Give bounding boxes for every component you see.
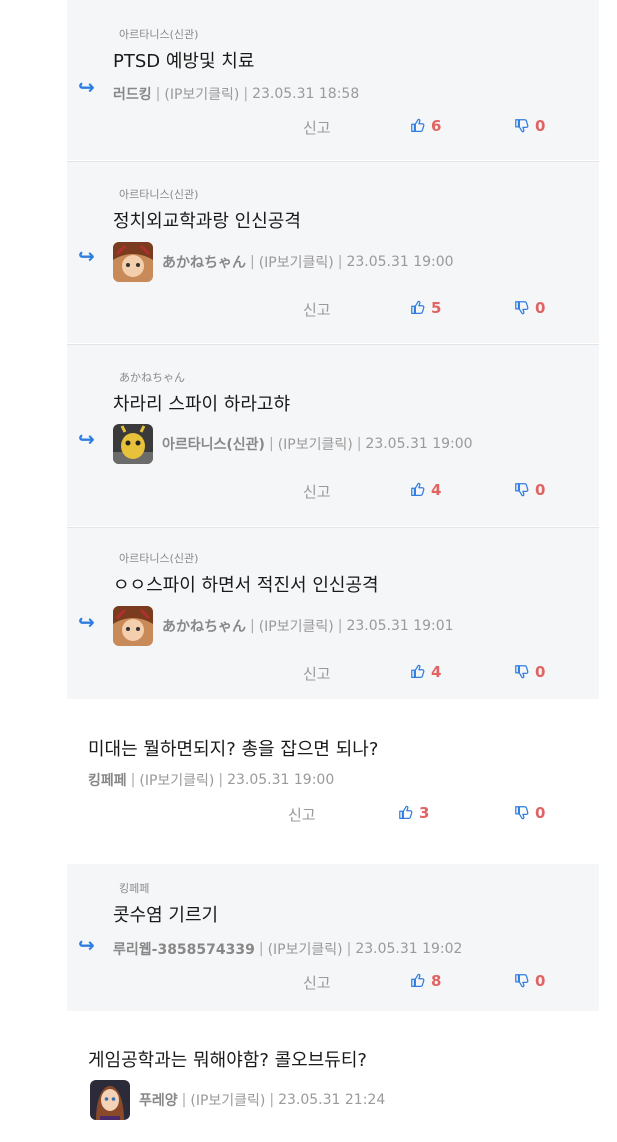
user-avatar[interactable] [113, 606, 153, 646]
like-count: 8 [431, 972, 442, 990]
report-button[interactable]: 신고 [303, 663, 331, 684]
thumb-up-icon [411, 664, 425, 678]
like-count: 6 [431, 117, 442, 135]
user-avatar[interactable] [113, 242, 153, 282]
thumb-down-icon [515, 974, 529, 988]
dislike-count: 0 [535, 972, 546, 990]
reply-target-user[interactable]: 아르타니스(신관) [119, 550, 198, 566]
thumb-down-icon [515, 119, 529, 133]
like-count: 5 [431, 299, 442, 317]
ip-view-link[interactable]: (IP보기클릭) [259, 252, 334, 272]
thumb-up-icon [399, 805, 413, 819]
timestamp: 23.05.31 19:00 [365, 436, 473, 452]
like-count: 4 [431, 663, 442, 681]
dislike-button[interactable]: 0 [514, 481, 545, 499]
report-button[interactable]: 신고 [303, 972, 331, 993]
timestamp: 23.05.31 19:02 [355, 941, 463, 957]
thumb-down-icon [515, 483, 529, 497]
dislike-button[interactable]: 0 [514, 972, 545, 990]
ip-view-link[interactable]: (IP보기클릭) [268, 939, 343, 959]
reply-meta: 러드킹 | (IP보기클릭) | 23.05.31 18:58 [113, 84, 360, 104]
author-name[interactable]: 러드킹 [113, 84, 152, 104]
ip-view-link[interactable]: (IP보기클릭) [278, 434, 353, 454]
like-button[interactable]: 8 [410, 972, 441, 990]
reply-target-user[interactable]: 아르타니스(신관) [119, 26, 198, 42]
ip-view-link[interactable]: (IP보기클릭) [190, 1090, 265, 1110]
reply-text: 정치외교학과랑 인신공격 [113, 211, 301, 232]
dislike-button[interactable]: 0 [514, 804, 545, 822]
like-button[interactable]: 3 [398, 804, 429, 822]
ip-view-link[interactable]: (IP보기클릭) [139, 770, 214, 790]
like-button[interactable]: 5 [410, 299, 441, 317]
report-button[interactable]: 신고 [303, 117, 331, 138]
author-name[interactable]: あかねちゃん [162, 252, 246, 272]
reply-arrow-icon: ↪ [78, 933, 95, 957]
comment-text: 미대는 뭘하면되지? 총을 잡으면 되나? [88, 739, 379, 760]
thumb-down-icon [515, 806, 529, 820]
author-name[interactable]: あかねちゃん [162, 616, 246, 636]
dislike-button[interactable]: 0 [514, 299, 545, 317]
thumb-up-icon [411, 300, 425, 314]
report-button[interactable]: 신고 [303, 481, 331, 502]
thumb-up-icon [411, 482, 425, 496]
reply-arrow-icon: ↪ [78, 244, 95, 268]
reply-text: PTSD 예방및 치료 [113, 51, 255, 72]
thumb-down-icon [515, 665, 529, 679]
dislike-count: 0 [535, 299, 546, 317]
reply-arrow-icon: ↪ [78, 427, 95, 451]
reply-meta: あかねちゃん | (IP보기클릭) | 23.05.31 19:01 [113, 606, 454, 646]
report-button[interactable]: 신고 [303, 299, 331, 320]
reply-target-user[interactable]: 아르타니스(신관) [119, 186, 198, 202]
reply-target-user[interactable]: あかねちゃん [119, 369, 185, 385]
dislike-count: 0 [535, 117, 546, 135]
dislike-count: 0 [535, 804, 546, 822]
comment-text: 게임공학과는 뭐해야함? 콜오브듀티? [88, 1050, 367, 1071]
like-button[interactable]: 6 [410, 117, 441, 135]
dislike-button[interactable]: 0 [514, 117, 545, 135]
reply-text: 차라리 스파이 하라고햐 [113, 394, 291, 415]
timestamp: 23.05.31 19:01 [346, 618, 454, 634]
dislike-count: 0 [535, 663, 546, 681]
reply-arrow-icon: ↪ [78, 75, 95, 99]
reply-meta: 아르타니스(신관) | (IP보기클릭) | 23.05.31 19:00 [113, 424, 473, 464]
reply-meta: 루리웹-3858574339 | (IP보기클릭) | 23.05.31 19:… [113, 939, 463, 959]
reply-meta: あかねちゃん | (IP보기클릭) | 23.05.31 19:00 [113, 242, 454, 282]
author-name[interactable]: 루리웹-3858574339 [113, 939, 255, 959]
like-count: 4 [431, 481, 442, 499]
author-name[interactable]: 아르타니스(신관) [162, 434, 265, 454]
timestamp: 23.05.31 19:00 [227, 772, 335, 788]
thumb-down-icon [515, 301, 529, 315]
reply-target-user[interactable]: 킹페페 [119, 880, 149, 896]
user-avatar[interactable] [113, 424, 153, 464]
like-button[interactable]: 4 [410, 481, 441, 499]
reply-text: 콧수염 기르기 [113, 905, 219, 926]
thumb-up-icon [411, 118, 425, 132]
like-count: 3 [419, 804, 430, 822]
dislike-button[interactable]: 0 [514, 663, 545, 681]
ip-view-link[interactable]: (IP보기클릭) [259, 616, 334, 636]
timestamp: 23.05.31 21:24 [278, 1092, 386, 1108]
author-name[interactable]: 푸레양 [139, 1090, 178, 1110]
timestamp: 23.05.31 19:00 [346, 254, 454, 270]
ip-view-link[interactable]: (IP보기클릭) [164, 84, 239, 104]
reply-arrow-icon: ↪ [78, 610, 95, 634]
report-button[interactable]: 신고 [288, 804, 316, 825]
timestamp: 23.05.31 18:58 [252, 86, 360, 102]
thumb-up-icon [411, 973, 425, 987]
author-name[interactable]: 킹페페 [88, 770, 127, 790]
reply-block [67, 0, 599, 160]
comment-meta: 푸레양 | (IP보기클릭) | 23.05.31 21:24 [90, 1080, 385, 1120]
comment-meta: 킹페페 | (IP보기클릭) | 23.05.31 19:00 [88, 770, 335, 790]
like-button[interactable]: 4 [410, 663, 441, 681]
user-avatar[interactable] [90, 1080, 130, 1120]
reply-text: ㅇㅇ스파이 하면서 적진서 인신공격 [113, 575, 379, 596]
dislike-count: 0 [535, 481, 546, 499]
